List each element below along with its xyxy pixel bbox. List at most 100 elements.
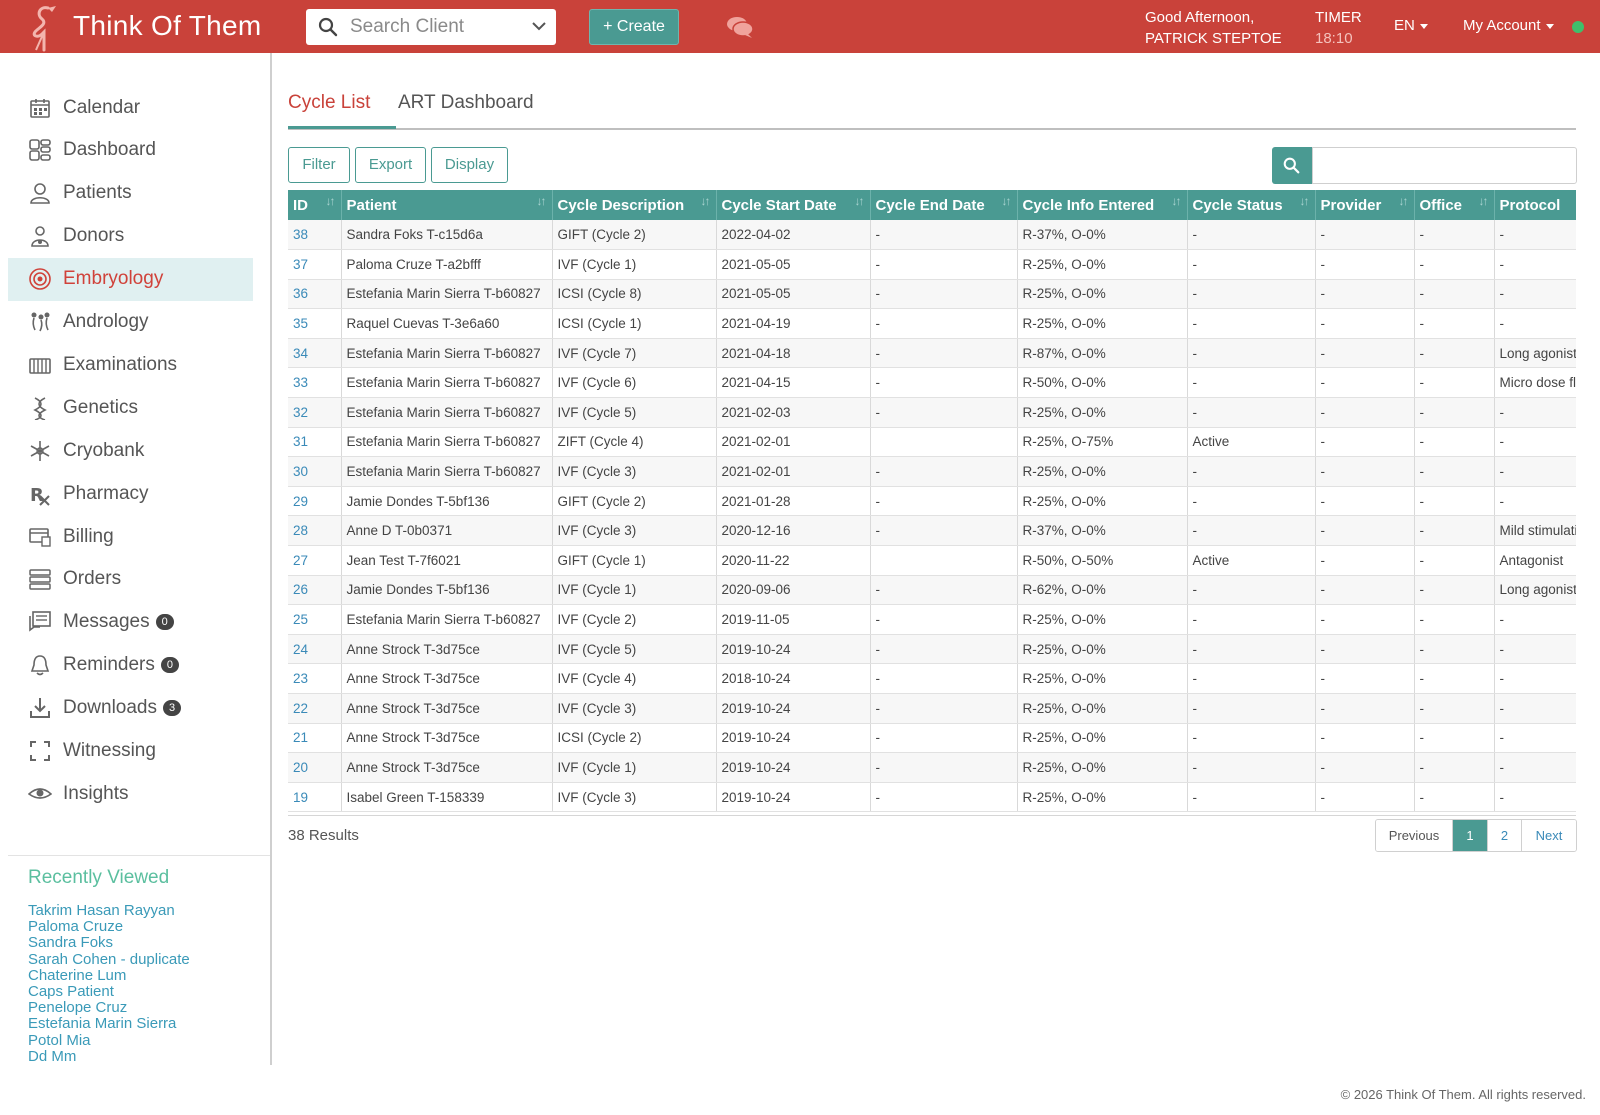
column-header[interactable]: Patient ↓↑ [341, 190, 553, 220]
flamingo-logo-icon[interactable] [26, 2, 64, 52]
previous-page-button[interactable]: Previous [1376, 820, 1453, 851]
sidebar-item-andrology[interactable]: Andrology [8, 301, 253, 344]
column-header[interactable]: Protocol [1494, 190, 1576, 220]
table-row[interactable]: 34 Estefania Marin Sierra T-b60827 IVF (Cy… [288, 338, 1576, 369]
cycle-id-link[interactable]: 38 [288, 220, 342, 251]
column-header[interactable]: Cycle Description ↓↑ [552, 190, 717, 220]
sidebar-item-reminders[interactable]: Reminders 0 [8, 644, 253, 687]
cycle-id-link[interactable]: 32 [288, 397, 342, 428]
table-row[interactable]: 21 Anne Strock T-3d75ce ICSI (Cycle 2) 2019… [288, 723, 1576, 754]
display-button[interactable]: Display [431, 147, 508, 183]
table-row[interactable]: 20 Anne Strock T-3d75ce IVF (Cycle 1) 2019-… [288, 752, 1576, 783]
table-row[interactable]: 35 Raquel Cuevas T-3e6a60 ICSI (Cycle 1) 20… [288, 308, 1576, 339]
sort-icon[interactable]: ↓↑ [1399, 194, 1409, 208]
table-row[interactable]: 33 Estefania Marin Sierra T-b60827 IVF (Cy… [288, 367, 1576, 399]
sort-icon[interactable]: ↓↑ [1479, 194, 1489, 208]
sidebar-item-patients[interactable]: Patients [8, 172, 253, 215]
cycle-id-link[interactable]: 33 [288, 367, 342, 399]
sidebar-item-calendar[interactable]: Calendar [8, 86, 253, 129]
recent-client-link[interactable]: Chaterine Lum [28, 967, 190, 984]
table-row[interactable]: 29 Jamie Dondes T-5bf136 GIFT (Cycle 2) 202… [288, 486, 1576, 517]
table-row[interactable]: 19 Isabel Green T-158339 IVF (Cycle 3) 2019… [288, 782, 1576, 813]
cycle-id-link[interactable]: 37 [288, 249, 342, 280]
column-header[interactable]: ID ↓↑ [288, 190, 342, 220]
cycle-id-link[interactable]: 23 [288, 663, 342, 694]
table-row[interactable]: 38 Sandra Foks T-c15d6a GIFT (Cycle 2) 2022… [288, 220, 1576, 251]
cycle-id-link[interactable]: 36 [288, 279, 342, 310]
create-button[interactable]: + Create [589, 9, 679, 45]
table-row[interactable]: 23 Anne Strock T-3d75ce IVF (Cycle 4) 2018-… [288, 663, 1576, 694]
column-header[interactable]: Cycle Status ↓↑ [1187, 190, 1316, 220]
recent-client-link[interactable]: Sarah Cohen - duplicate [28, 951, 190, 968]
sidebar-item-orders[interactable]: Orders [8, 558, 253, 601]
recent-client-link[interactable]: Penelope Cruz [28, 1000, 190, 1016]
cycle-id-link[interactable]: 21 [288, 723, 342, 754]
cycle-id-link[interactable]: 29 [288, 486, 342, 517]
sort-icon[interactable]: ↓↑ [701, 194, 711, 208]
table-row[interactable]: 30 Estefania Marin Sierra T-b60827 IVF (Cy… [288, 456, 1576, 487]
sidebar-item-cryobank[interactable]: Cryobank [8, 429, 253, 472]
sidebar-item-billing[interactable]: Billing [8, 515, 253, 558]
export-button[interactable]: Export [355, 147, 426, 183]
column-header[interactable]: Cycle Info Entered ↓↑ [1017, 190, 1188, 220]
my-account-dropdown[interactable]: My Account [1463, 17, 1554, 34]
recent-client-link[interactable]: Caps Patient [28, 983, 190, 1000]
sort-icon[interactable]: ↓↑ [537, 194, 547, 208]
tab-cycle-list[interactable]: Cycle List [288, 92, 370, 114]
page-2-button[interactable]: 2 [1488, 820, 1522, 851]
sidebar-item-examinations[interactable]: Examinations [8, 343, 253, 386]
sort-icon[interactable]: ↓↑ [1002, 194, 1012, 208]
filter-button[interactable]: Filter [288, 147, 350, 183]
recent-client-link[interactable]: Paloma Cruze [28, 919, 190, 935]
sort-icon[interactable]: ↓↑ [326, 194, 336, 208]
table-row[interactable]: 26 Jamie Dondes T-5bf136 IVF (Cycle 1) 2020… [288, 575, 1576, 606]
recent-client-link[interactable]: Potol Mia [28, 1032, 190, 1049]
tab-art-dashboard[interactable]: ART Dashboard [398, 92, 534, 114]
sidebar-item-donors[interactable]: Donors [8, 215, 253, 258]
sidebar-item-witnessing[interactable]: Witnessing [8, 730, 253, 773]
column-header[interactable]: Provider ↓↑ [1315, 190, 1415, 220]
next-page-button[interactable]: Next [1522, 820, 1576, 851]
sidebar-item-pharmacy[interactable]: R Pharmacy [8, 472, 253, 515]
sidebar-item-downloads[interactable]: Downloads 3 [8, 687, 253, 730]
sidebar-item-embryology[interactable]: Embryology [8, 257, 253, 301]
cycle-id-link[interactable]: 25 [288, 604, 342, 635]
sidebar-item-dashboard[interactable]: Dashboard [8, 129, 253, 172]
cycle-id-link[interactable]: 26 [288, 575, 342, 606]
recent-client-link[interactable]: Takrim Hasan Rayyan [28, 902, 190, 919]
column-header[interactable]: Cycle Start Date ↓↑ [716, 190, 871, 220]
sort-icon[interactable]: ↓↑ [1172, 194, 1182, 208]
column-header[interactable]: Office ↓↑ [1414, 190, 1495, 220]
recent-client-link[interactable]: Sandra Foks [28, 935, 190, 951]
language-dropdown[interactable]: EN [1394, 17, 1428, 34]
cycle-table-container[interactable]: ID ↓↑ Patient ↓↑ Cycle Description ↓↑ Cycle St… [288, 190, 1576, 816]
sidebar-item-insights[interactable]: Insights [8, 772, 253, 815]
table-search-button[interactable] [1272, 147, 1312, 184]
cycle-id-link[interactable]: 27 [288, 545, 342, 576]
table-row[interactable]: 37 Paloma Cruze T-a2bfff IVF (Cycle 1) 2021… [288, 249, 1576, 280]
chat-icon[interactable] [726, 15, 754, 39]
cycle-id-link[interactable]: 34 [288, 338, 342, 369]
cycle-id-link[interactable]: 24 [288, 634, 342, 665]
table-row[interactable]: 24 Anne Strock T-3d75ce IVF (Cycle 5) 2019-… [288, 634, 1576, 665]
cycle-id-link[interactable]: 22 [288, 693, 342, 724]
cycle-id-link[interactable]: 20 [288, 752, 342, 783]
sort-icon[interactable]: ↓↑ [1300, 194, 1310, 208]
sidebar-item-messages[interactable]: Messages 0 [8, 601, 253, 644]
cycle-id-link[interactable]: 30 [288, 456, 342, 487]
table-row[interactable]: 36 Estefania Marin Sierra T-b60827 ICSI (C… [288, 279, 1576, 310]
table-row[interactable]: 22 Anne Strock T-3d75ce IVF (Cycle 3) 2019-… [288, 693, 1576, 724]
cycle-id-link[interactable]: 35 [288, 308, 342, 339]
table-row[interactable]: 27 Jean Test T-7f6021 GIFT (Cycle 1) 2020-1… [288, 545, 1576, 576]
column-header[interactable]: Cycle End Date ↓↑ [870, 190, 1018, 220]
cycle-id-link[interactable]: 28 [288, 515, 342, 547]
table-row[interactable]: 31 Estefania Marin Sierra T-b60827 ZIFT (C… [288, 427, 1576, 458]
recent-client-link[interactable]: Estefania Marin Sierra [28, 1016, 190, 1032]
cycle-id-link[interactable]: 31 [288, 427, 342, 458]
sidebar-item-genetics[interactable]: Genetics [8, 386, 253, 429]
cycle-id-link[interactable]: 19 [288, 782, 342, 813]
brand-name[interactable]: Think Of Them [73, 10, 262, 42]
sort-icon[interactable]: ↓↑ [855, 194, 865, 208]
client-search-select[interactable]: Search Client [306, 9, 556, 45]
table-search-input[interactable] [1312, 147, 1577, 184]
